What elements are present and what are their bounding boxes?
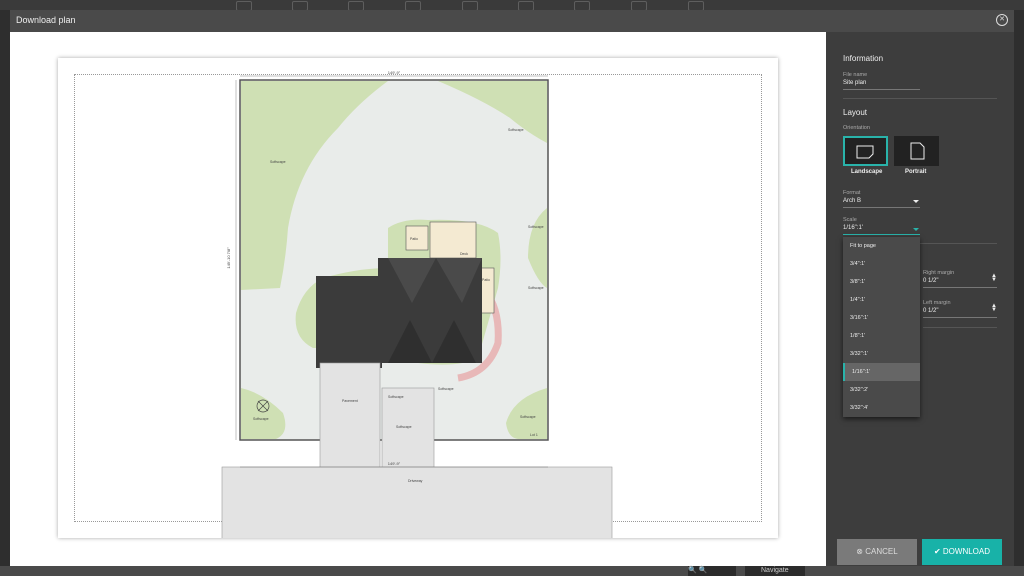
area-label: Deck: [460, 252, 468, 256]
plan-preview: 149'-9" 149'-9" 149'-10 7/8" Softscape S…: [10, 32, 826, 566]
scale-option[interactable]: 3/16":1': [843, 309, 920, 327]
area-label: Lot 1: [530, 433, 538, 437]
area-label: Softscape: [520, 415, 536, 419]
format-underline: [843, 207, 920, 208]
left-margin-stepper[interactable]: ▲ ▼: [991, 303, 997, 313]
scale-underline: [843, 234, 920, 235]
chevron-down-icon[interactable]: [913, 228, 919, 231]
cancel-button[interactable]: ⊗ CANCEL: [837, 539, 917, 565]
cancel-label: CANCEL: [865, 547, 898, 556]
area-label: Pavement: [342, 399, 358, 403]
divider: [843, 98, 997, 99]
scale-option[interactable]: 3/32":4': [843, 399, 920, 417]
dimension-label: 149'-9": [388, 461, 401, 466]
orientation-label: Orientation: [843, 125, 870, 131]
scale-option[interactable]: 3/32":2': [843, 381, 920, 399]
cancel-circle-icon: ⊗: [856, 547, 863, 556]
information-heading: Information: [843, 54, 884, 63]
format-label: Format: [843, 190, 861, 196]
format-select[interactable]: Arch B: [843, 198, 861, 204]
download-plan-dialog: Download plan ✕ 149'-9" 149'-9" 149'-10 …: [10, 10, 1014, 566]
zoom-controls[interactable]: 🔍 🔍: [688, 566, 736, 576]
settings-panel: Information File name Site plan Layout O…: [826, 32, 1014, 566]
area-label: Softscape: [438, 387, 454, 391]
paper-sheet: 149'-9" 149'-9" 149'-10 7/8" Softscape S…: [58, 58, 778, 538]
chevron-down-icon[interactable]: [913, 200, 919, 203]
site-plan-drawing: 149'-9" 149'-9" 149'-10 7/8" Softscape S…: [221, 70, 613, 538]
area-label: Driveway: [408, 479, 423, 483]
pavement-area: [319, 362, 381, 469]
scale-option[interactable]: 1/4":1': [843, 291, 920, 309]
right-margin-underline: [923, 287, 997, 288]
area-label: Softscape: [253, 417, 269, 421]
file-name-underline: [843, 89, 920, 90]
portrait-page-icon: [910, 142, 925, 160]
area-label: Softscape: [508, 128, 524, 132]
scale-select[interactable]: 1/16":1': [843, 225, 863, 231]
landscape-page-icon: [856, 145, 874, 159]
dimension-label: 149'-10 7/8": [226, 247, 231, 269]
scale-option[interactable]: 1/8":1': [843, 327, 920, 345]
area-label: Patio: [482, 278, 490, 282]
download-label: DOWNLOAD: [942, 547, 991, 556]
file-name-field[interactable]: Site plan: [843, 80, 866, 86]
area-label: Patio: [410, 237, 418, 241]
divider: [923, 327, 997, 328]
dialog-header: Download plan ✕: [10, 10, 1014, 32]
deck-area: [429, 221, 477, 259]
close-icon[interactable]: ✕: [996, 14, 1008, 26]
right-margin-stepper[interactable]: ▲ ▼: [991, 273, 997, 283]
portrait-label: Portrait: [905, 169, 927, 175]
app-toolbar: [0, 0, 1024, 11]
right-margin-input[interactable]: 0 1/2": [923, 278, 938, 284]
scale-option[interactable]: 3/32":1': [843, 345, 920, 363]
scale-option-selected[interactable]: 1/16":1': [843, 363, 920, 381]
layout-heading: Layout: [843, 108, 868, 117]
dialog-title: Download plan: [16, 15, 76, 25]
driveway-area: [221, 466, 613, 538]
file-name-label: File name: [843, 72, 868, 78]
area-label: Softscape: [270, 160, 286, 164]
scale-option[interactable]: 3/4":1': [843, 255, 920, 273]
right-margin-label: Right margin: [923, 270, 955, 276]
check-icon: ✔: [933, 547, 941, 556]
scale-option[interactable]: Fit to page: [843, 237, 920, 255]
area-label: Softscape: [396, 425, 412, 429]
landscape-option[interactable]: [843, 136, 888, 166]
area-label: Softscape: [528, 286, 544, 290]
scale-label: Scale: [843, 217, 857, 223]
left-margin-input[interactable]: 0 1/2": [923, 308, 938, 314]
status-bar: 🔍 🔍 Navigate: [0, 566, 1024, 576]
dimension-label: 149'-9": [388, 70, 401, 75]
scale-dropdown-menu: Fit to page 3/4":1' 3/8":1' 1/4":1' 3/16…: [843, 237, 920, 417]
navigate-button[interactable]: Navigate: [745, 566, 805, 576]
scale-option[interactable]: 3/8":1': [843, 273, 920, 291]
download-button[interactable]: ✔ DOWNLOAD: [922, 539, 1002, 565]
left-margin-label: Left margin: [923, 300, 951, 306]
area-label: Softscape: [528, 225, 544, 229]
portrait-option[interactable]: [894, 136, 939, 166]
landscape-label: Landscape: [851, 169, 883, 175]
area-label: Softscape: [388, 395, 404, 399]
left-margin-underline: [923, 317, 997, 318]
